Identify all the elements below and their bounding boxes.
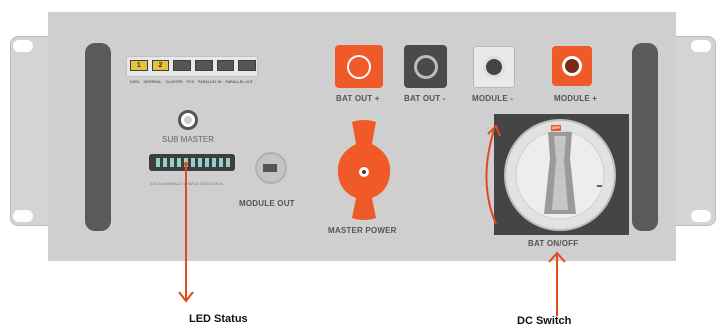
master-power-knob[interactable] bbox=[334, 118, 394, 222]
port-label-data: DATA bbox=[130, 80, 140, 84]
left-ear-hole-top bbox=[13, 40, 33, 52]
bat-out-positive-ring bbox=[347, 55, 371, 79]
dc-switch-off-tag: OFF bbox=[551, 125, 561, 131]
dc-switch-dial[interactable] bbox=[494, 114, 629, 235]
port-labels: DATA INTERNAL CLUSTER PCS PARALLEL IN PA… bbox=[130, 80, 270, 84]
led-status-callout-arrow bbox=[178, 162, 194, 303]
sub-master-label: SUB MASTER bbox=[162, 135, 215, 144]
port-pcs[interactable] bbox=[195, 60, 213, 71]
left-handle-slot bbox=[85, 43, 111, 231]
dc-switch-callout-arrow bbox=[548, 251, 566, 316]
bat-out-negative-ring bbox=[414, 55, 438, 79]
port-label-cluster: CLUSTER bbox=[165, 80, 183, 84]
module-positive-label: MODULE + bbox=[554, 94, 598, 103]
dc-switch-callout: DC Switch bbox=[517, 315, 572, 327]
left-mounting-ear bbox=[10, 36, 52, 226]
port-data[interactable]: 1 bbox=[130, 60, 148, 71]
left-ear-hole-bottom bbox=[13, 210, 33, 222]
port-label-parallel-out: PARALLEL OUT bbox=[225, 80, 253, 84]
sub-master-button-dot bbox=[184, 116, 192, 124]
right-handle-slot bbox=[632, 43, 658, 231]
right-mounting-ear bbox=[674, 36, 716, 226]
master-power-label: MASTER POWER bbox=[328, 226, 397, 235]
port-parallel-out[interactable] bbox=[238, 60, 257, 71]
module-out-label: MODULE OUT bbox=[239, 199, 295, 208]
right-ear-hole-bottom bbox=[691, 210, 711, 222]
module-positive-socket bbox=[562, 56, 582, 76]
port-internal[interactable]: 2 bbox=[151, 60, 170, 71]
port-label-parallel-in: PARALLEL IN bbox=[198, 80, 222, 84]
port-cluster[interactable] bbox=[173, 60, 192, 71]
port-internal-number: 2 bbox=[158, 62, 163, 69]
port-label-internal: INTERNAL bbox=[143, 80, 162, 84]
right-ear-hole-top bbox=[691, 40, 711, 52]
module-negative-socket bbox=[483, 56, 505, 78]
port-data-number: 1 bbox=[136, 62, 141, 69]
module-out-port-socket bbox=[263, 164, 277, 172]
module-negative-label: MODULE - bbox=[472, 94, 514, 103]
led-status-callout: LED Status bbox=[189, 313, 248, 325]
communication-ports: 1 2 bbox=[130, 60, 257, 71]
rotation-arrow bbox=[485, 124, 501, 225]
bat-onoff-label: BAT ON/OFF bbox=[528, 239, 579, 248]
port-label-pcs: PCS bbox=[186, 80, 194, 84]
bat-out-negative-label: BAT OUT - bbox=[404, 94, 446, 103]
bat-out-positive-label: BAT OUT + bbox=[336, 94, 380, 103]
port-parallel-in[interactable] bbox=[216, 60, 235, 71]
